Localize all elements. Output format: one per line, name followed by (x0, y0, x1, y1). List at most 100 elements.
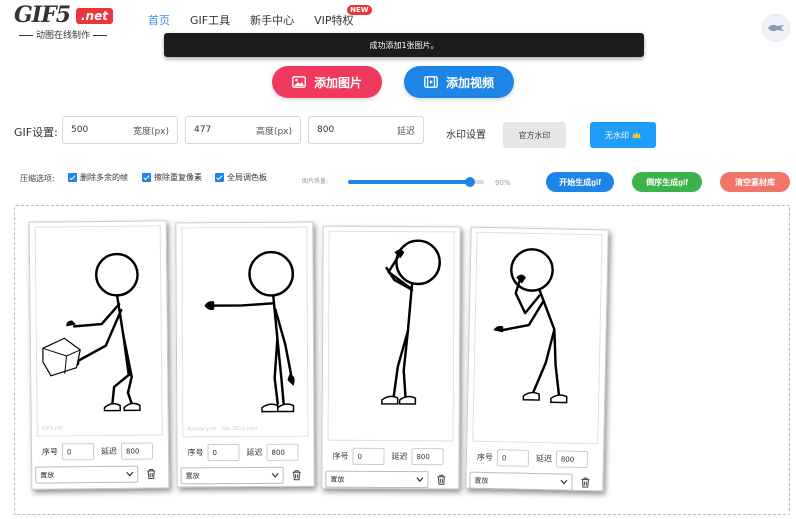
delay-label: 延迟 (100, 446, 118, 456)
start-generate-gif-button[interactable]: 开始生成gif (546, 172, 614, 192)
frame-delay-input[interactable]: 800 (555, 450, 589, 469)
width-unit: 宽度(px) (132, 126, 169, 137)
index-input[interactable]: 0 (61, 443, 95, 461)
logo-badge: .net (76, 8, 113, 24)
placement-select[interactable]: 置放 (180, 466, 284, 485)
logo-text: GIF5 (14, 2, 71, 28)
placement-value: 置放 (330, 475, 345, 484)
video-icon (424, 76, 438, 88)
index-label: 序号 (41, 447, 59, 457)
delete-frame-button[interactable] (291, 469, 303, 481)
compress-label: 压缩选项: (20, 174, 55, 183)
index-input[interactable]: 0 (207, 444, 240, 462)
nav-home[interactable]: 首页 (148, 12, 170, 28)
image-icon (292, 76, 306, 88)
no-watermark-label: 无水印 (605, 130, 629, 140)
watermark-label: 水印设置 (446, 130, 486, 141)
delay-unit: 延迟 (396, 126, 415, 137)
user-avatar-icon (768, 24, 784, 32)
frame-card[interactable]: 序号 0 延迟 800 置放 (321, 225, 461, 490)
frame-action-row: 置放 (466, 471, 602, 492)
stick-figure-image (493, 248, 568, 404)
delay-input[interactable]: 800 延迟 (308, 116, 424, 144)
placement-value: 置放 (40, 470, 55, 480)
quality-value: 90% (495, 179, 511, 187)
add-image-label: 添加图片 (313, 75, 362, 90)
add-image-button[interactable]: 添加图片 (272, 66, 382, 98)
frame-watermark: Bynnacycle · 3du.2013.com (187, 425, 257, 433)
frame-action-row: 置放 (32, 465, 168, 484)
frame-card[interactable]: GIF5.net 序号 0 延迟 800 置放 (28, 220, 170, 490)
index-input[interactable]: 0 (352, 447, 385, 465)
trash-icon (292, 470, 301, 481)
erase-duplicate-pixels-checkbox[interactable]: 擦除重复像素 (142, 172, 202, 183)
frame-watermark: GIF5.net (41, 425, 64, 432)
new-badge: NEW (347, 5, 372, 15)
quality-slider-fill (348, 180, 471, 184)
toast-message: 成功添加1张图片。 (164, 33, 644, 57)
height-unit: 高度(px) (255, 126, 292, 137)
quality-slider-thumb[interactable] (465, 177, 476, 187)
frame-delay-input[interactable]: 800 (411, 448, 444, 466)
nav-beginner-center[interactable]: 新手中心 (250, 12, 294, 28)
logo[interactable]: GIF5 .net 动图在线制作 (14, 2, 114, 41)
stick-figure-image (42, 252, 141, 412)
delete-frame-button[interactable] (579, 476, 591, 488)
global-palette-checkbox[interactable]: 全局调色板 (215, 172, 267, 183)
frame-card[interactable]: 序号 0 延迟 800 置放 (465, 226, 609, 492)
width-value: 500 (71, 125, 89, 135)
clear-library-button[interactable]: 清空素材库 (720, 172, 790, 192)
frame-image: GIF5.net (34, 225, 163, 437)
nav-vip[interactable]: VIP特权 NEW (314, 5, 372, 28)
stick-figure-image (381, 239, 441, 405)
add-video-label: 添加视频 (445, 75, 494, 90)
gif-settings-label: GIF设置: (14, 126, 58, 139)
no-watermark-button[interactable]: 无水印 (590, 122, 656, 148)
delay-label: 延迟 (535, 454, 553, 464)
nav-vip-label: VIP特权 (314, 14, 354, 27)
frame-meta-row: 序号 0 延迟 800 (32, 442, 168, 461)
frame-action-row: 置放 (322, 470, 458, 489)
frame-image (472, 231, 603, 445)
frame-meta-row: 序号 0 延迟 800 (177, 443, 313, 462)
placement-select[interactable]: 置放 (469, 471, 573, 491)
placement-select[interactable]: 置放 (325, 470, 429, 489)
logo-subtitle: 动图在线制作 (16, 28, 110, 41)
chevron-down-icon (126, 471, 134, 477)
frame-delay-input[interactable]: 800 (266, 443, 299, 461)
frame-meta-row: 序号 0 延迟 800 (322, 447, 458, 466)
quality-label: 图片质量: (302, 178, 329, 185)
index-label: 序号 (187, 448, 204, 458)
checkbox-checked-icon (142, 173, 151, 182)
delete-frame-button[interactable] (435, 474, 447, 486)
chevron-down-icon (416, 477, 424, 483)
chevron-down-icon (271, 472, 279, 478)
delete-frame-button[interactable] (145, 468, 157, 480)
frame-meta-row: 序号 0 延迟 800 (467, 449, 603, 469)
stick-figure-image (204, 250, 295, 413)
placement-value: 置放 (474, 476, 489, 485)
official-watermark-button[interactable]: 官方水印 (503, 122, 566, 148)
placement-select[interactable]: 置放 (35, 465, 139, 484)
frame-card[interactable]: Bynnacycle · 3du.2013.com 序号 0 延迟 800 置放 (175, 221, 315, 488)
index-label: 序号 (332, 451, 349, 461)
quality-slider[interactable] (348, 177, 484, 187)
remove-redundant-frames-checkbox[interactable]: 删除多余的帧 (68, 172, 128, 183)
nav-gif-tools[interactable]: GIF工具 (190, 12, 230, 28)
checkbox-label: 擦除重复像素 (154, 173, 202, 182)
checkbox-label: 全局调色板 (227, 173, 267, 182)
reverse-generate-gif-button[interactable]: 倒序生成gif (632, 172, 702, 192)
trash-icon (147, 468, 156, 479)
avatar[interactable] (762, 14, 790, 42)
checkbox-label: 删除多余的帧 (80, 173, 128, 182)
width-input[interactable]: 500 宽度(px) (62, 116, 178, 144)
frame-delay-input[interactable]: 800 (120, 442, 154, 460)
index-label: 序号 (476, 452, 494, 463)
trash-icon (581, 477, 590, 488)
index-input[interactable]: 0 (496, 449, 530, 467)
trash-icon (437, 474, 446, 485)
placement-value: 置放 (185, 471, 200, 480)
height-input[interactable]: 477 高度(px) (185, 116, 301, 144)
add-video-button[interactable]: 添加视频 (404, 66, 514, 98)
delay-value: 800 (317, 125, 335, 135)
